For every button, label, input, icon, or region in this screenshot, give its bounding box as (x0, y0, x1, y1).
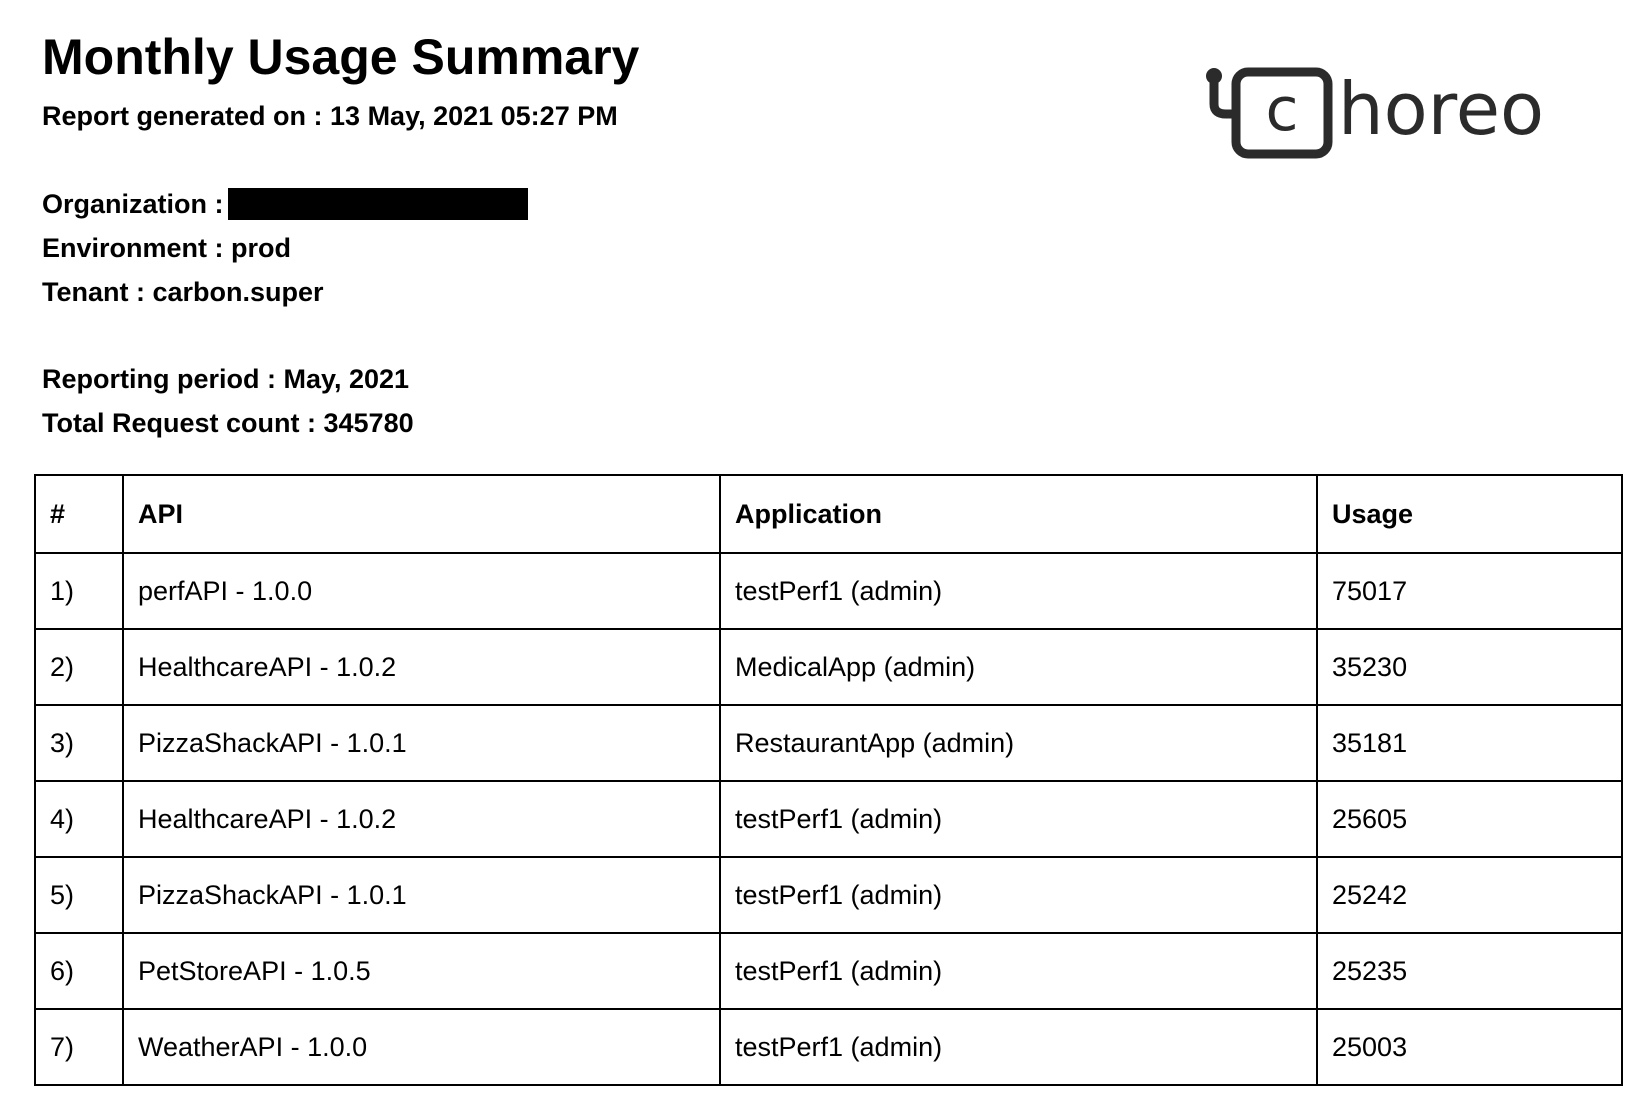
total-request-label: Total Request count : (42, 408, 324, 438)
row-application: testPerf1 (admin) (719, 856, 1318, 934)
tenant-label: Tenant : (42, 277, 153, 307)
environment-label: Environment : (42, 233, 232, 263)
row-application: testPerf1 (admin) (719, 932, 1318, 1010)
row-application: testPerf1 (admin) (719, 780, 1318, 858)
table-row: 1) perfAPI - 1.0.0 testPerf1 (admin) 750… (34, 552, 1623, 630)
row-application: testPerf1 (admin) (719, 1008, 1318, 1086)
row-usage: 25003 (1316, 1008, 1623, 1086)
choreo-logo: c horeo (1206, 67, 1544, 159)
row-number: 5) (34, 856, 124, 934)
row-number: 6) (34, 932, 124, 1010)
row-api: PetStoreAPI - 1.0.5 (122, 932, 721, 1010)
row-api: perfAPI - 1.0.0 (122, 552, 721, 630)
table-row: 3) PizzaShackAPI - 1.0.1 RestaurantApp (… (34, 704, 1623, 782)
row-api: PizzaShackAPI - 1.0.1 (122, 704, 721, 782)
row-api: HealthcareAPI - 1.0.2 (122, 780, 721, 858)
row-number: 7) (34, 1008, 124, 1086)
total-request-value: 345780 (323, 408, 414, 438)
report-generated-value: 13 May, 2021 05:27 PM (330, 101, 618, 131)
table-row: 5) PizzaShackAPI - 1.0.1 testPerf1 (admi… (34, 856, 1623, 934)
usage-table: # API Application Usage 1) perfAPI - 1.0… (34, 474, 1623, 1086)
table-row: 4) HealthcareAPI - 1.0.2 testPerf1 (admi… (34, 780, 1623, 858)
report-generated-line: Report generated on : 13 May, 2021 05:27… (42, 100, 618, 132)
row-usage: 25242 (1316, 856, 1623, 934)
table-row: 7) WeatherAPI - 1.0.0 testPerf1 (admin) … (34, 1008, 1623, 1086)
row-usage: 75017 (1316, 552, 1623, 630)
choreo-logo-text: horeo (1338, 67, 1544, 151)
row-usage: 25605 (1316, 780, 1623, 858)
table-row: 2) HealthcareAPI - 1.0.2 MedicalApp (adm… (34, 628, 1623, 706)
reporting-period-label: Reporting period : (42, 364, 284, 394)
report-title: Monthly Usage Summary (42, 29, 640, 85)
organization-label: Organization : (42, 189, 224, 219)
organization-redaction (227, 187, 528, 220)
row-application: RestaurantApp (admin) (719, 704, 1318, 782)
table-row: 6) PetStoreAPI - 1.0.5 testPerf1 (admin)… (34, 932, 1623, 1010)
row-application: testPerf1 (admin) (719, 552, 1318, 630)
reporting-period-line: Reporting period : May, 2021 (42, 363, 409, 395)
row-number: 4) (34, 780, 124, 858)
report-generated-label: Report generated on : (42, 101, 331, 131)
row-api: HealthcareAPI - 1.0.2 (122, 628, 721, 706)
row-usage: 35230 (1316, 628, 1623, 706)
environment-value: prod (231, 233, 292, 263)
reporting-period-value: May, 2021 (283, 364, 410, 394)
header-number: # (34, 474, 124, 554)
usage-table-header-row: # API Application Usage (34, 474, 1623, 554)
row-usage: 25235 (1316, 932, 1623, 1010)
environment-line: Environment : prod (42, 232, 291, 264)
row-api: WeatherAPI - 1.0.0 (122, 1008, 721, 1086)
row-number: 3) (34, 704, 124, 782)
row-usage: 35181 (1316, 704, 1623, 782)
header-application: Application (719, 474, 1318, 554)
row-api: PizzaShackAPI - 1.0.1 (122, 856, 721, 934)
tenant-line: Tenant : carbon.super (42, 276, 324, 308)
row-number: 2) (34, 628, 124, 706)
row-number: 1) (34, 552, 124, 630)
tenant-value: carbon.super (152, 277, 324, 307)
header-api: API (122, 474, 721, 554)
choreo-logo-letter: c (1266, 75, 1299, 145)
total-request-line: Total Request count : 345780 (42, 407, 414, 439)
row-application: MedicalApp (admin) (719, 628, 1318, 706)
header-usage: Usage (1316, 474, 1623, 554)
organization-line: Organization : (42, 187, 528, 222)
